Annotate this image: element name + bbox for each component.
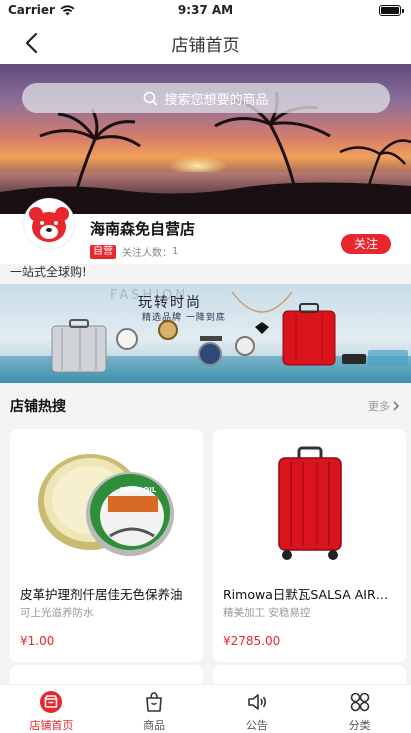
search-icon [144, 91, 159, 106]
product-name: 皮革护理剂仟居佳无色保养油 [20, 587, 183, 602]
section-title: 店铺热搜 [10, 399, 66, 415]
product-price: ¥2785.00 [223, 634, 281, 648]
bottom-tab-bar: 店铺首页 商品 公告 分类 [0, 684, 411, 733]
shop-logo [23, 198, 75, 250]
red-suitcase-image [277, 446, 342, 560]
product-card[interactable]: MINK OIL 皮革护理剂仟居佳无色保养油 可上光滋养防水 ¥1.00 [10, 429, 203, 662]
search-bar[interactable]: 搜索您想要的商品 [22, 83, 390, 113]
status-bar: Carrier 9:37 AM [0, 0, 411, 22]
more-link[interactable]: 更多 [368, 398, 399, 414]
tab-categories[interactable]: 分类 [308, 685, 411, 733]
shop-home-screen: Carrier 9:37 AM 店铺首页 搜索您想要的商品 海南森免自营店 自营… [0, 0, 411, 733]
product-price: ¥1.00 [20, 634, 55, 648]
product-card[interactable]: Rimowa日默瓦SALSA AIR旅行箱 精美加工 安稳易控 ¥2785.00 [213, 429, 406, 662]
page-title: 店铺首页 [171, 36, 240, 56]
promo-banner[interactable]: FASHION 玩转时尚 精选品牌 一降到底 [0, 284, 411, 383]
tab-label: 商品 [143, 719, 166, 732]
tin-label: MINK OIL [120, 486, 157, 494]
followers-count: 1 [172, 246, 179, 257]
more-label: 更多 [368, 400, 390, 413]
tab-label: 分类 [348, 719, 371, 732]
status-time: 9:37 AM [177, 3, 234, 17]
category-grid-icon [348, 690, 372, 714]
shop-slogan: 一站式全球购! [10, 265, 87, 279]
store-icon [39, 690, 63, 714]
product-desc: 精美加工 安稳易控 [223, 607, 311, 619]
search-placeholder: 搜索您想要的商品 [164, 92, 269, 108]
hot-search-header: 店铺热搜 更多 [0, 392, 411, 418]
tab-label: 公告 [245, 719, 268, 732]
shop-info: 海南森免自营店 自营 关注人数： 1 关注 [0, 198, 411, 264]
self-operated-badge: 自营 [90, 244, 116, 259]
tab-products[interactable]: 商品 [103, 685, 206, 733]
product-image [213, 429, 406, 579]
follow-button[interactable]: 关注 [341, 234, 391, 254]
tab-label: 店铺首页 [29, 719, 74, 732]
tab-shop-home[interactable]: 店铺首页 [0, 685, 103, 733]
product-image: MINK OIL [10, 429, 203, 579]
tab-announcements[interactable]: 公告 [206, 685, 309, 733]
mink-oil-tin-image: MINK OIL [37, 454, 174, 556]
shop-name: 海南森免自营店 [90, 220, 196, 238]
shop-meta-row: 自营 关注人数： 1 [90, 244, 178, 259]
speaker-icon [245, 690, 269, 714]
chevron-right-icon [393, 401, 399, 411]
banner-products-image [51, 291, 408, 373]
shopping-bag-icon [142, 690, 166, 714]
product-desc: 可上光滋养防水 [20, 607, 94, 619]
shop-hero-banner: 搜索您想要的商品 [0, 64, 411, 214]
bear-logo-icon [29, 207, 69, 242]
battery-icon [379, 5, 404, 16]
product-name: Rimowa日默瓦SALSA AIR旅行箱 [223, 587, 399, 602]
followers-label: 关注人数： [122, 248, 172, 259]
nav-bar: 店铺首页 [0, 22, 411, 64]
